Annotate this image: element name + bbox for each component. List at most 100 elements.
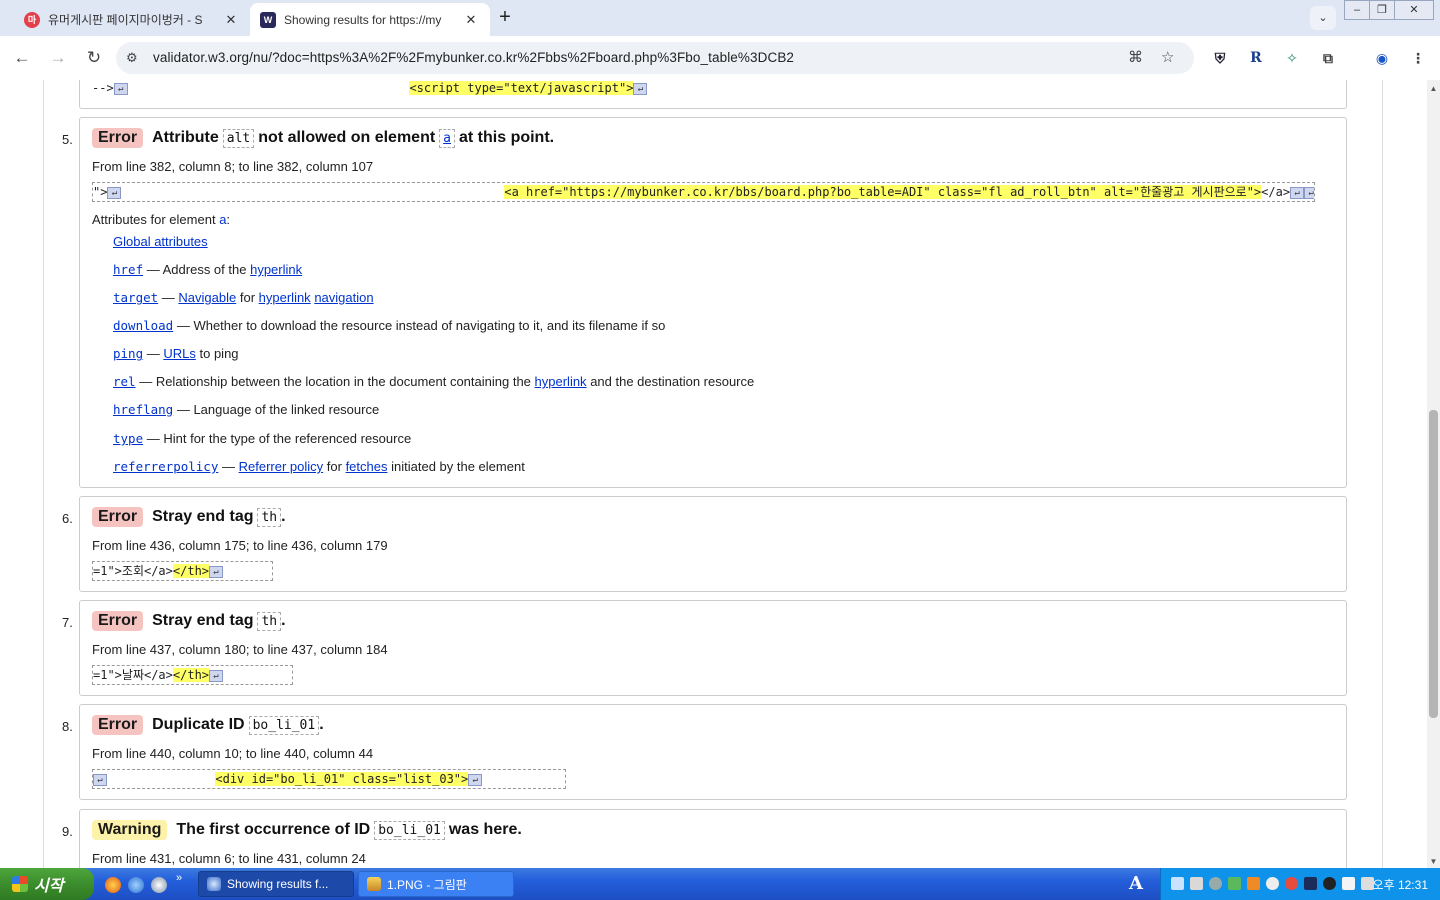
attributes-suffix: : xyxy=(226,212,231,227)
extensions-puzzle-icon[interactable]: ⧉ xyxy=(1318,48,1338,68)
language-bar-icon[interactable]: A xyxy=(1127,874,1145,894)
extract-highlight: <script type="text/javascript"> xyxy=(409,81,634,95)
menu-kebab-icon[interactable]: ⋮ xyxy=(1408,48,1428,68)
return-icon: ↵ xyxy=(93,773,107,786)
message-location: From line 440, column 10; to line 440, c… xyxy=(92,746,374,761)
start-button[interactable]: 시작 xyxy=(0,868,94,900)
minimize-window-button[interactable]: – xyxy=(1344,0,1370,20)
scrollbar-thumb[interactable] xyxy=(1429,410,1438,718)
message-heading: Error Attribute alt not allowed on eleme… xyxy=(92,128,554,148)
message-location: From line 436, column 175; to line 436, … xyxy=(92,538,388,553)
r-extension-icon[interactable]: R xyxy=(1246,48,1266,68)
profile-icon[interactable]: ◉ xyxy=(1372,48,1392,68)
message-number: 8. xyxy=(62,719,73,734)
close-tab-icon[interactable]: ✕ xyxy=(462,12,480,28)
keyboard-tray-icon[interactable] xyxy=(1190,877,1203,890)
reload-icon[interactable]: ↻ xyxy=(82,46,106,70)
attribute-item: referrerpolicy — Referrer policy for fet… xyxy=(113,459,525,474)
extract-highlight: </th> xyxy=(172,564,210,578)
site-info-icon[interactable]: ⚙ xyxy=(126,50,138,66)
shield-extension-icon[interactable]: ⛨ xyxy=(1210,48,1230,68)
tab-search-chevron-icon[interactable]: ⌄ xyxy=(1310,6,1336,30)
element-code: th xyxy=(257,507,282,527)
vertical-scrollbar[interactable]: ▲ ▼ xyxy=(1427,80,1440,868)
return-icon: ↵ xyxy=(113,82,128,95)
taskbar-clock[interactable]: 오후 12:31 xyxy=(1373,876,1428,893)
tab-validator[interactable]: W Showing results for https://my ✕ xyxy=(250,3,490,36)
bookmark-star-icon[interactable]: ☆ xyxy=(1161,48,1174,66)
forward-arrow-icon[interactable]: → xyxy=(46,46,70,70)
new-tab-button[interactable]: + xyxy=(494,6,516,28)
message-number: 7. xyxy=(62,615,73,630)
attribute-item: target — Navigable for hyperlink navigat… xyxy=(113,290,374,305)
clock-tray-icon[interactable] xyxy=(1209,877,1222,890)
heading-text: at this point. xyxy=(459,129,555,146)
attribute-link[interactable]: href xyxy=(113,262,143,277)
back-arrow-icon[interactable]: ← xyxy=(10,46,34,70)
security-tray-icon[interactable] xyxy=(1266,877,1279,890)
message-warning: Warning The first occurrence of ID bo_li… xyxy=(79,809,1347,868)
ie-quicklaunch-icon[interactable] xyxy=(128,877,144,893)
error-badge: Error xyxy=(92,507,144,527)
attribute-link[interactable]: referrerpolicy xyxy=(113,459,218,474)
heading-text: The first occurrence of ID xyxy=(176,821,371,838)
mybunker-favicon: 마 xyxy=(24,11,40,28)
element-link[interactable]: a xyxy=(443,131,451,146)
attribute-link[interactable]: rel xyxy=(113,374,136,389)
extract: =1">조회</a></th> ↵ xyxy=(92,561,273,581)
global-attributes-link[interactable]: Global attributes xyxy=(113,234,208,249)
close-tab-icon[interactable]: ✕ xyxy=(222,12,240,28)
message-heading: Warning The first occurrence of ID bo_li… xyxy=(92,820,522,840)
antivirus-tray-icon[interactable] xyxy=(1285,877,1298,890)
attribute-item: rel — Relationship between the location … xyxy=(113,374,754,389)
message-heading: Error Duplicate ID bo_li_01 . xyxy=(92,715,324,735)
extract-text: --> xyxy=(92,81,114,95)
id-code: bo_li_01 xyxy=(248,715,320,735)
attribute-link[interactable]: type xyxy=(113,431,143,446)
attribute-item: download — Whether to download the resou… xyxy=(113,318,665,333)
element-code: th xyxy=(257,611,282,631)
fetches-link[interactable]: fetches xyxy=(346,459,388,474)
address-url[interactable]: validator.w3.org/nu/?doc=https%3A%2F%2Fm… xyxy=(153,50,794,65)
restore-window-button[interactable]: ❐ xyxy=(1369,0,1395,20)
system-tray: 오후 12:31 xyxy=(1160,868,1440,900)
app-tray-icon[interactable] xyxy=(1247,877,1260,890)
attribute-link[interactable]: download xyxy=(113,318,173,333)
network-tray-icon[interactable] xyxy=(1228,877,1241,890)
extract-highlight: </th> xyxy=(172,668,210,682)
error-badge: Error xyxy=(92,128,144,148)
tab-mybunker[interactable]: 마 유머게시판 페이지마이벙커 - S ✕ xyxy=(14,3,250,36)
address-bar[interactable]: ⚙ validator.w3.org/nu/?doc=https%3A%2F%2… xyxy=(116,42,1194,74)
navigable-link[interactable]: Navigable xyxy=(178,290,236,305)
heading-text: not allowed on element xyxy=(258,129,436,146)
search-tray-icon[interactable] xyxy=(1171,877,1184,890)
navigation-link[interactable]: navigation xyxy=(314,290,373,305)
taskbar-window-browser[interactable]: Showing results f... xyxy=(198,871,354,897)
hyperlink-link[interactable]: hyperlink xyxy=(259,290,311,305)
windows-logo-icon xyxy=(12,876,28,892)
attribute-desc: — xyxy=(161,290,175,305)
paint-tray-icon[interactable] xyxy=(1342,877,1355,890)
hyperlink-link[interactable]: hyperlink xyxy=(535,374,587,389)
attribute-link[interactable]: target xyxy=(113,290,158,305)
message-location: From line 437, column 180; to line 437, … xyxy=(92,642,388,657)
firefox-quicklaunch-icon[interactable] xyxy=(105,877,121,893)
heading-text: . xyxy=(319,716,324,733)
taskbar-window-paint[interactable]: 1.PNG - 그림판 xyxy=(358,871,514,897)
hyperlink-link[interactable]: hyperlink xyxy=(250,262,302,277)
urls-link[interactable]: URLs xyxy=(163,346,196,361)
translate-icon[interactable]: ⌘ xyxy=(1128,48,1143,66)
scroll-down-arrow-icon[interactable]: ▼ xyxy=(1427,857,1440,866)
attribute-link[interactable]: hreflang xyxy=(113,402,173,417)
scroll-up-arrow-icon[interactable]: ▲ xyxy=(1427,84,1440,93)
media-tray-icon[interactable] xyxy=(1323,877,1336,890)
bird-extension-icon[interactable]: ✧ xyxy=(1282,48,1302,68)
attribute-link[interactable]: ping xyxy=(113,346,143,361)
close-window-button[interactable]: ✕ xyxy=(1394,0,1434,20)
attribute-item: href — Address of the hyperlink xyxy=(113,262,302,277)
referrer-policy-link[interactable]: Referrer policy xyxy=(239,459,324,474)
extract-text: "> xyxy=(93,185,108,199)
shield-tray-icon[interactable] xyxy=(1304,877,1317,890)
quicklaunch-chevron-icon[interactable]: » xyxy=(176,872,182,884)
chrome-quicklaunch-icon[interactable] xyxy=(151,877,167,893)
